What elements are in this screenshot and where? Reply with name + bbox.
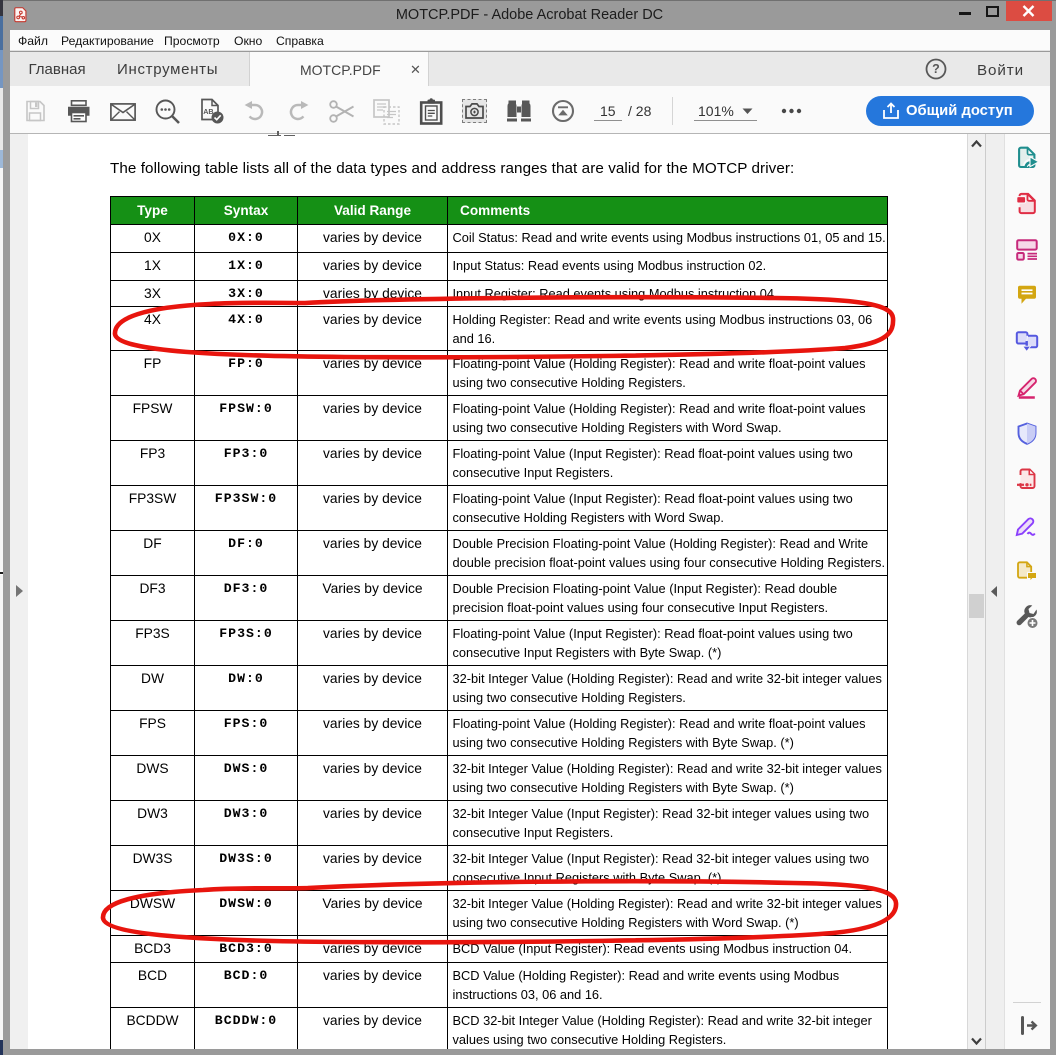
svg-text:AB: AB (203, 107, 213, 116)
svg-text:?: ? (932, 62, 940, 76)
